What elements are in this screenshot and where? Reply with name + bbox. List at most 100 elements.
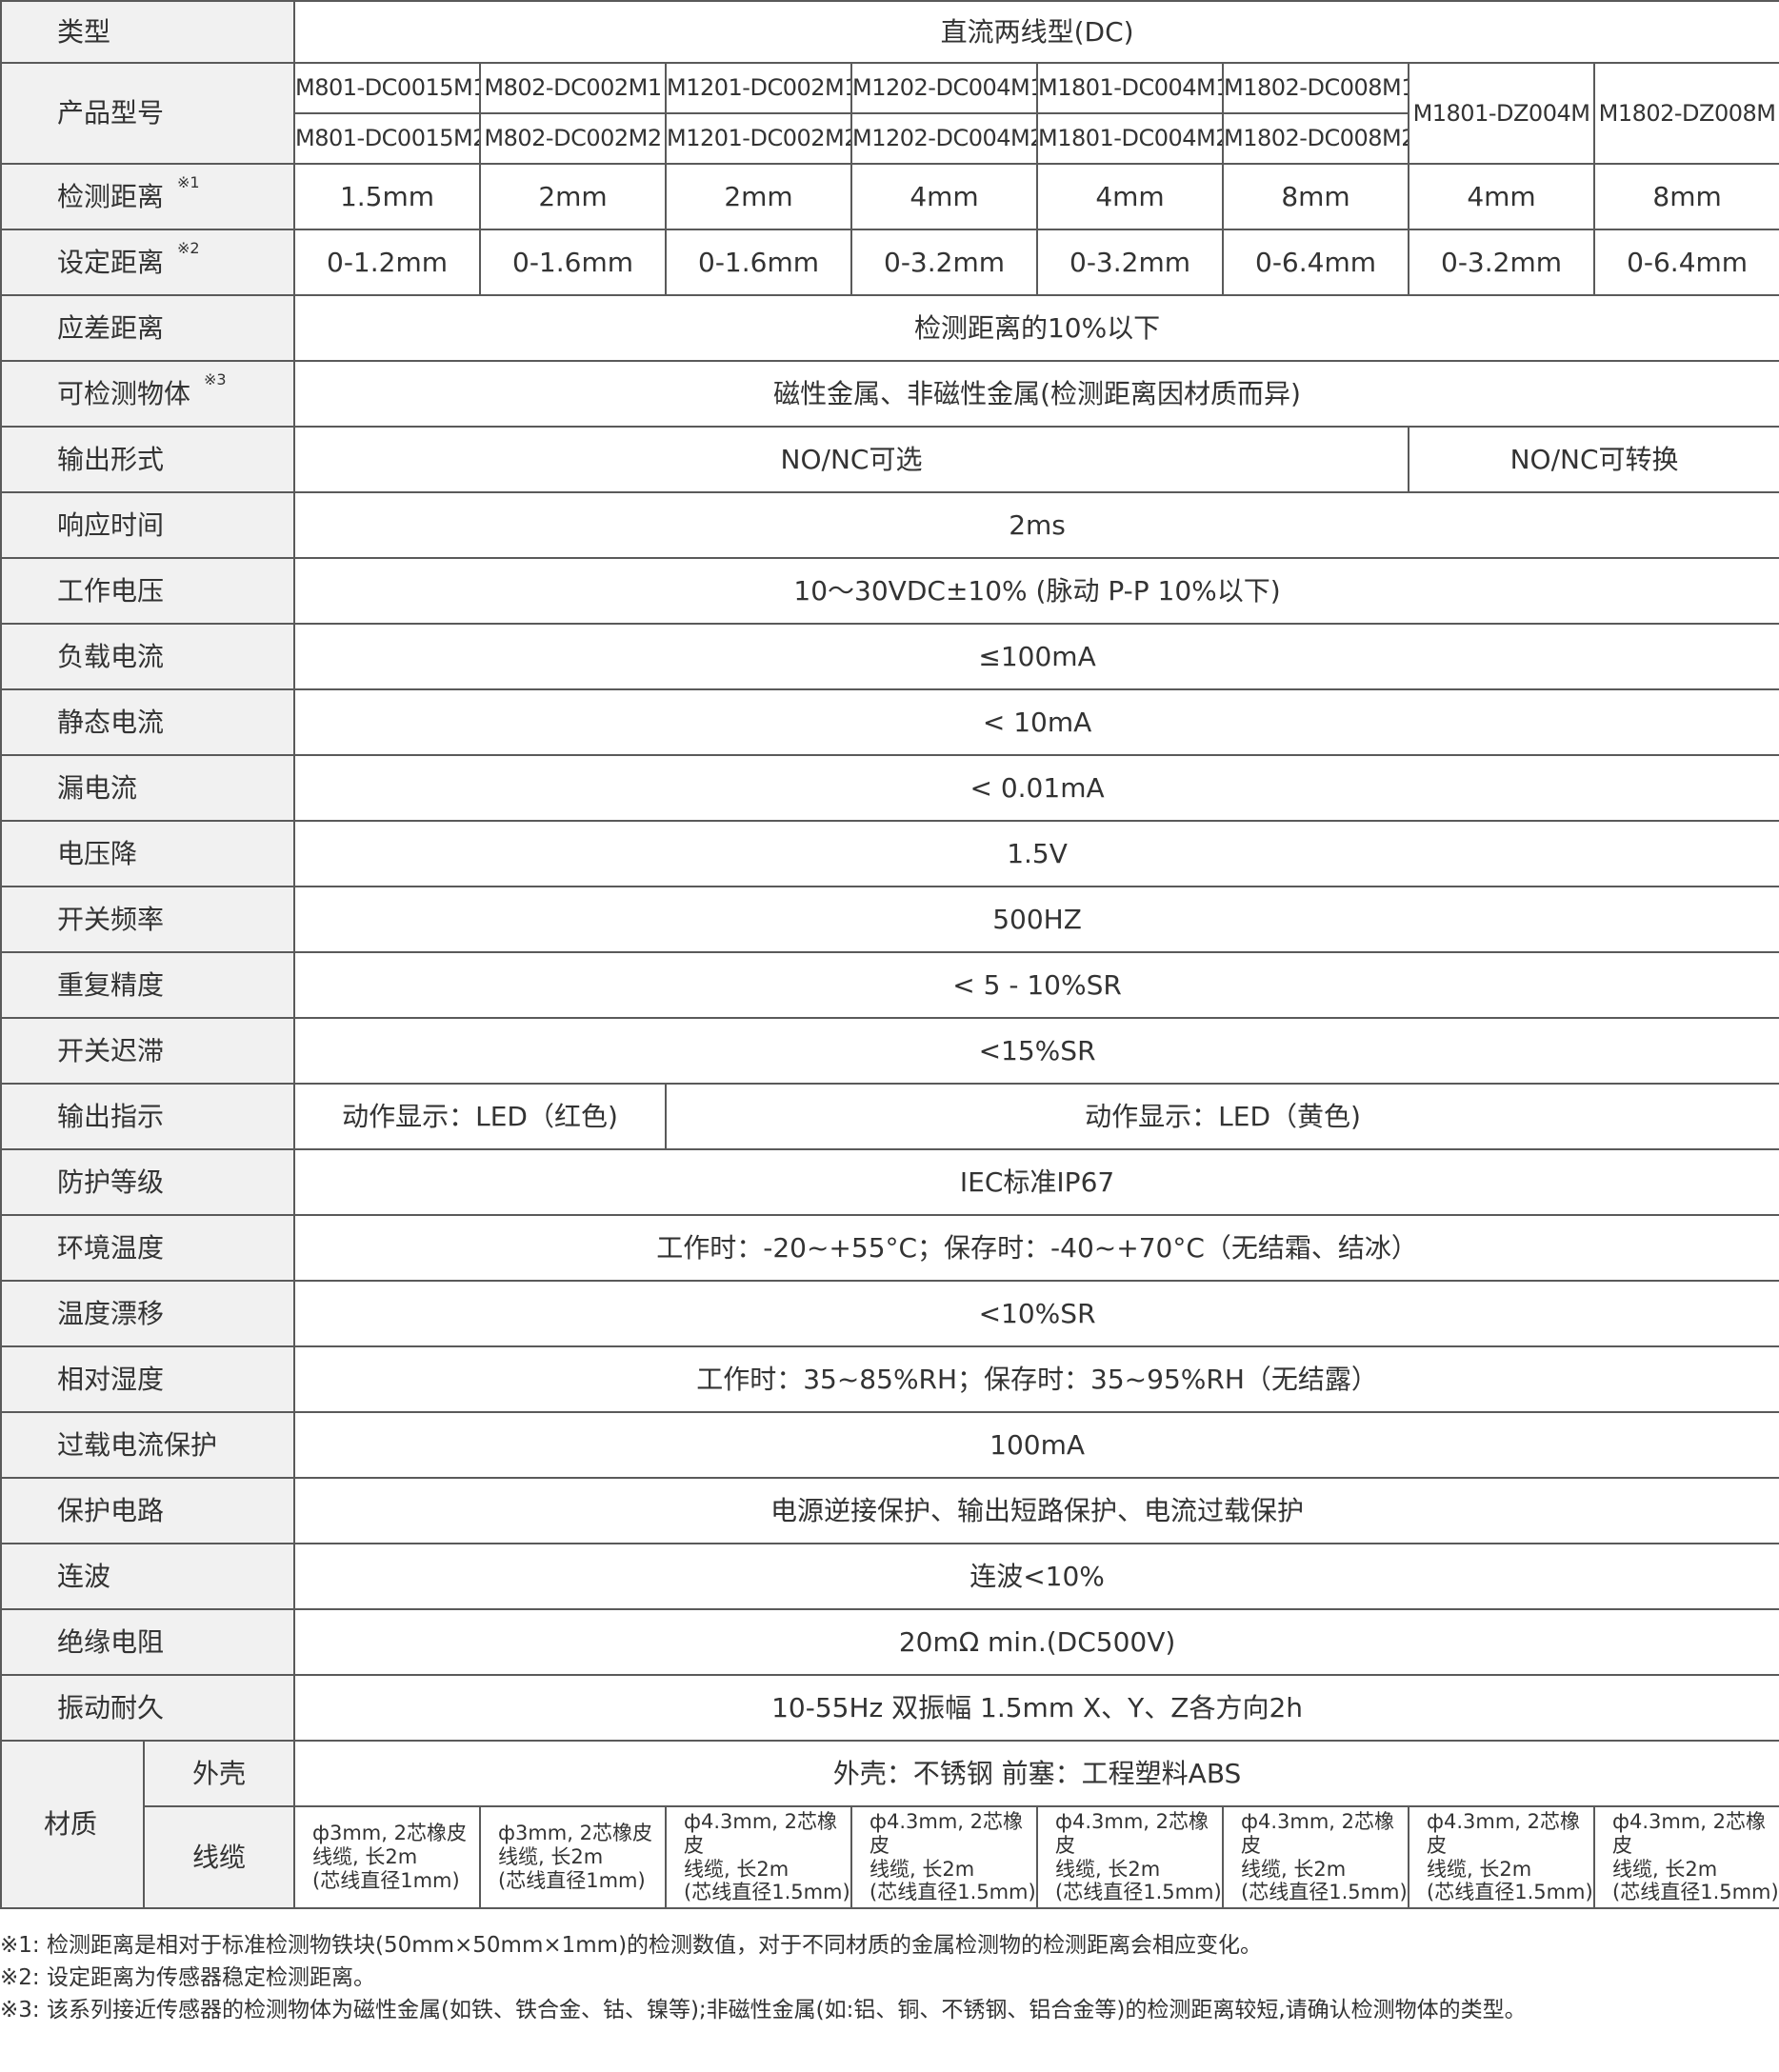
detect-cell: 4mm: [1408, 163, 1596, 230]
value-target: 磁性金属、非磁性金属(检测距离因材质而异): [293, 360, 1779, 428]
detect-cell: 1.5mm: [293, 163, 482, 230]
value-indicator-1: 动作显示：LED（红色): [293, 1083, 668, 1150]
model-cell: M1802-DZ008M: [1593, 62, 1779, 165]
row-voltage: 工作电压 10～30VDC±10% (脉动 P-P 10%以下): [0, 557, 1779, 625]
label-cable: 线缆: [142, 1805, 296, 1909]
footnote-3: ※3: 该系列接近传感器的检测物体为磁性金属(如铁、铁合金、钴、镍等);非磁性金…: [0, 1998, 1527, 2022]
model-cell: M1801-DC004M2: [1036, 112, 1225, 165]
model-cell: M1802-DC008M1: [1222, 62, 1410, 114]
model-cell: M1201-DC002M1: [665, 62, 853, 114]
value-overload: 100mA: [293, 1411, 1779, 1479]
value-temp: 工作时：-20~+55°C；保存时：-40~+70°C（无结霜、结冰）: [293, 1214, 1779, 1282]
label-circuit: 保护电路: [0, 1477, 296, 1544]
label-material: 材质: [0, 1740, 145, 1909]
value-vdrop: 1.5V: [293, 820, 1779, 887]
label-drift: 温度漂移: [0, 1280, 296, 1347]
setdist-cell: 0-3.2mm: [850, 229, 1039, 296]
model-cell: M1801-DZ004M: [1408, 62, 1596, 165]
cable-cell: ф4.3mm, 2芯橡皮 线缆, 长2m (芯线直径1.5mm): [1408, 1805, 1596, 1909]
row-vdrop: 电压降 1.5V: [0, 820, 1779, 887]
label-indicator: 输出指示: [0, 1083, 296, 1150]
cable-cell: ф4.3mm, 2芯橡皮 线缆, 长2m (芯线直径1.5mm): [665, 1805, 853, 1909]
label-temp: 环境温度: [0, 1214, 296, 1282]
footnotes: ※1: 检测距离是相对于标准检测物铁块(50mm×50mm×1mm)的检测数值，…: [0, 1929, 1779, 2026]
row-target: 可检测物体 ※3 磁性金属、非磁性金属(检测距离因材质而异): [0, 360, 1779, 428]
label-shell: 外壳: [142, 1740, 296, 1807]
label-protect: 防护等级: [0, 1148, 296, 1216]
value-leak: < 0.01mA: [293, 754, 1779, 822]
cable-cell: ф3mm, 2芯橡皮 线缆, 长2m (芯线直径1mm): [293, 1805, 482, 1909]
model-cell: M1202-DC004M1: [850, 62, 1039, 114]
footnote-1: ※1: 检测距离是相对于标准检测物铁块(50mm×50mm×1mm)的检测数值，…: [0, 1933, 1263, 1958]
cable-cell: ф4.3mm, 2芯橡皮 线缆, 长2m (芯线直径1.5mm): [1222, 1805, 1410, 1909]
footnote-mark: ※2: [177, 238, 200, 257]
value-type: 直流两线型(DC): [293, 0, 1779, 64]
row-freq: 开关频率 500HZ: [0, 886, 1779, 953]
label-ripple: 连波: [0, 1543, 296, 1610]
model-cell: M1202-DC004M2: [850, 112, 1039, 165]
detect-cell: 4mm: [1036, 163, 1225, 230]
row-ripple: 连波 连波<10%: [0, 1543, 1779, 1610]
label-type: 类型: [0, 0, 296, 64]
model-cell: M801-DC0015M1: [293, 62, 482, 114]
setdist-cell: 0-1.6mm: [479, 229, 668, 296]
label-freq: 开关频率: [0, 886, 296, 953]
footnote-2: ※2: 设定距离为传感器稳定检测距离。: [0, 1965, 375, 1990]
row-response: 响应时间 2ms: [0, 491, 1779, 559]
cable-cell: ф4.3mm, 2芯橡皮 线缆, 长2m (芯线直径1.5mm): [850, 1805, 1039, 1909]
cable-cell: ф4.3mm, 2芯橡皮 线缆, 长2m (芯线直径1.5mm): [1036, 1805, 1225, 1909]
row-material-shell: 材质 外壳 外壳：不锈钢 前塞：工程塑料ABS: [0, 1740, 1779, 1909]
label-humidity: 相对湿度: [0, 1345, 296, 1413]
label-vibration: 振动耐久: [0, 1674, 296, 1742]
label-static: 静态电流: [0, 688, 296, 756]
label-response: 响应时间: [0, 491, 296, 559]
row-vibration: 振动耐久 10-55Hz 双振幅 1.5mm X、Y、Z各方向2h: [0, 1674, 1779, 1742]
setdist-cell: 0-3.2mm: [1408, 229, 1596, 296]
value-shell: 外壳：不锈钢 前塞：工程塑料ABS: [293, 1740, 1779, 1807]
setdist-cell: 0-3.2mm: [1036, 229, 1225, 296]
value-static: < 10mA: [293, 688, 1779, 756]
value-insulation: 20mΩ min.(DC500V): [293, 1608, 1779, 1676]
spec-table: 类型 直流两线型(DC) 产品型号 M801-DC0015M1 M802-DC0…: [0, 0, 1779, 1909]
value-repeat: < 5 - 10%SR: [293, 951, 1779, 1019]
row-material-cable: 线缆 ф3mm, 2芯橡皮 线缆, 长2m (芯线直径1mm) ф3mm, 2芯橡皮…: [1, 1805, 1779, 1909]
label-leak: 漏电流: [0, 754, 296, 822]
label-overload: 过载电流保护: [0, 1411, 296, 1479]
model-cell: M802-DC002M1: [479, 62, 668, 114]
row-overload: 过载电流保护 100mA: [0, 1411, 1779, 1479]
label-output: 输出形式: [0, 426, 296, 493]
cable-cell: ф4.3mm, 2芯橡皮 线缆, 长2m (芯线直径1.5mm): [1593, 1805, 1779, 1909]
model-cell: M1201-DC002M2: [665, 112, 853, 165]
row-repeat: 重复精度 < 5 - 10%SR: [0, 951, 1779, 1019]
row-hysteresis: 应差距离 检测距离的10%以下: [0, 294, 1779, 362]
cable-cell: ф3mm, 2芯橡皮 线缆, 长2m (芯线直径1mm): [479, 1805, 668, 1909]
value-hyst2: <15%SR: [293, 1017, 1779, 1085]
detect-cell: 8mm: [1593, 163, 1779, 230]
model-cell: M1801-DC004M1: [1036, 62, 1225, 114]
value-load: ≤100mA: [293, 623, 1779, 690]
row-drift: 温度漂移 <10%SR: [0, 1280, 1779, 1347]
row-hyst2: 开关迟滞 <15%SR: [0, 1017, 1779, 1085]
label-models: 产品型号: [0, 62, 296, 165]
value-protect: IEC标准IP67: [293, 1148, 1779, 1216]
row-leak: 漏电流 < 0.01mA: [0, 754, 1779, 822]
label-hyst2: 开关迟滞: [0, 1017, 296, 1085]
row-models-1: 产品型号 M801-DC0015M1 M802-DC002M1 M1201-DC…: [0, 62, 1779, 165]
row-insulation: 绝缘电阻 20mΩ min.(DC500V): [0, 1608, 1779, 1676]
value-freq: 500HZ: [293, 886, 1779, 953]
detect-cell: 8mm: [1222, 163, 1410, 230]
row-static: 静态电流 < 10mA: [0, 688, 1779, 756]
row-load: 负载电流 ≤100mA: [0, 623, 1779, 690]
value-response: 2ms: [293, 491, 1779, 559]
setdist-cell: 0-1.6mm: [665, 229, 853, 296]
value-output-2: NO/NC可转换: [1408, 426, 1779, 493]
label-target: 可检测物体 ※3: [0, 360, 296, 428]
model-cell: M802-DC002M2: [479, 112, 668, 165]
label-setdist: 设定距离 ※2: [0, 229, 296, 296]
label-hysteresis: 应差距离: [0, 294, 296, 362]
row-output: 输出形式 NO/NC可选 NO/NC可转换: [0, 426, 1779, 493]
row-humidity: 相对湿度 工作时：35~85%RH；保存时：35~95%RH（无结露）: [0, 1345, 1779, 1413]
setdist-cell: 0-6.4mm: [1593, 229, 1779, 296]
value-drift: <10%SR: [293, 1280, 1779, 1347]
row-indicator: 输出指示 动作显示：LED（红色) 动作显示：LED（黄色): [0, 1083, 1779, 1150]
